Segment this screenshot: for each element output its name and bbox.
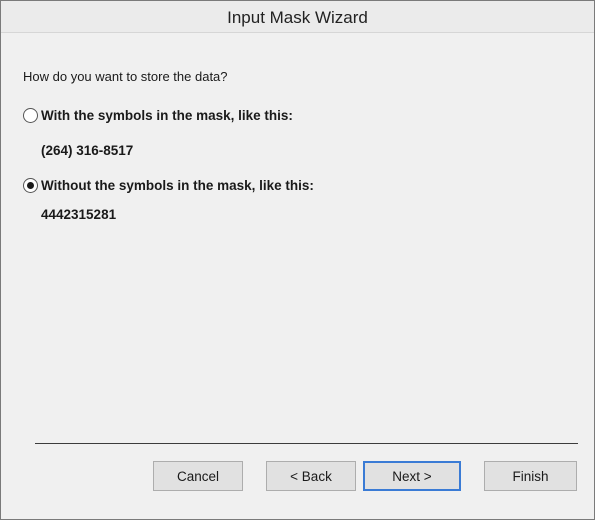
button-separator xyxy=(35,443,578,444)
back-button[interactable]: < Back xyxy=(266,461,356,491)
option-without-symbols-label[interactable]: Without the symbols in the mask, like th… xyxy=(41,178,314,193)
option-with-symbols[interactable]: With the symbols in the mask, like this: xyxy=(23,105,293,125)
input-mask-wizard-dialog: Input Mask Wizard How do you want to sto… xyxy=(0,0,595,520)
radio-with-symbols[interactable] xyxy=(23,107,38,123)
example-without-symbols: 4442315281 xyxy=(41,207,117,222)
window-title: Input Mask Wizard xyxy=(227,8,368,27)
next-button[interactable]: Next > xyxy=(363,461,461,491)
radio-without-symbols[interactable] xyxy=(23,177,38,193)
finish-button[interactable]: Finish xyxy=(484,461,577,491)
title-bar[interactable]: Input Mask Wizard xyxy=(1,1,594,33)
finish-button-label: Finish xyxy=(512,468,549,484)
back-button-label: < Back xyxy=(290,468,332,484)
option-without-symbols[interactable]: Without the symbols in the mask, like th… xyxy=(23,175,314,195)
cancel-button[interactable]: Cancel xyxy=(153,461,243,491)
storage-question: How do you want to store the data? xyxy=(23,69,228,84)
example-with-symbols: (264) 316-8517 xyxy=(41,143,134,158)
cancel-button-label: Cancel xyxy=(176,468,220,484)
next-button-label: Next > xyxy=(392,468,432,484)
option-with-symbols-label[interactable]: With the symbols in the mask, like this: xyxy=(41,108,293,123)
